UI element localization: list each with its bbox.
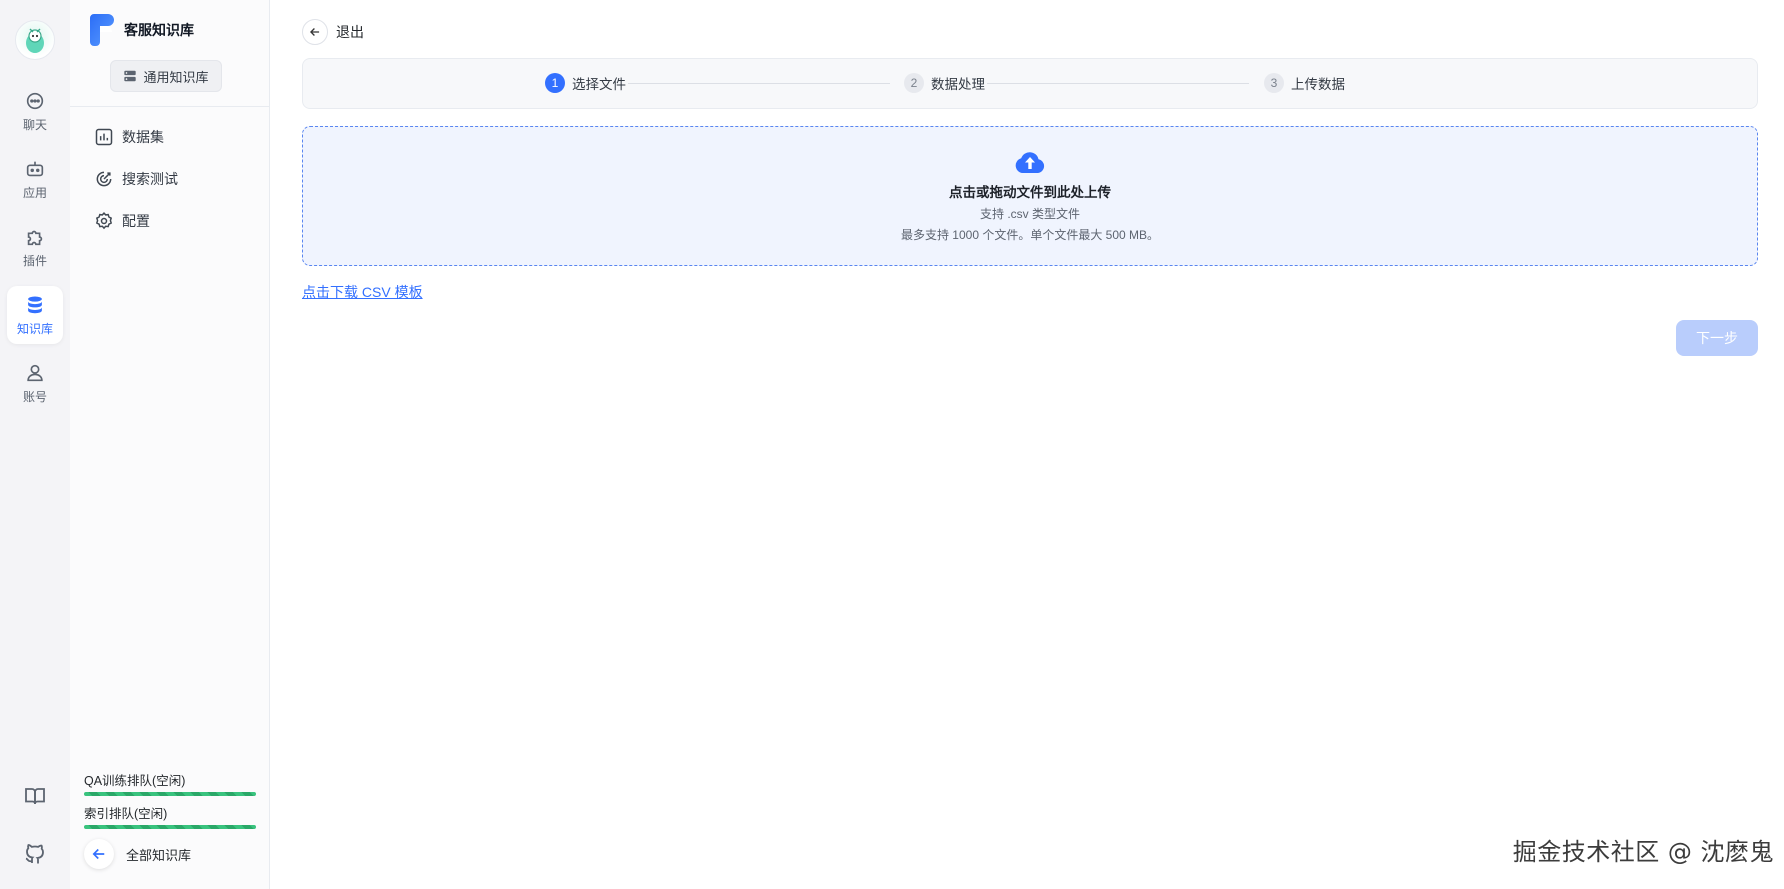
watermark: 掘金技术社区 @ 沈麽鬼 — [1512, 838, 1774, 866]
qa-queue-bar — [84, 792, 256, 796]
arrow-left-icon — [302, 19, 328, 45]
back-arrow-icon — [84, 839, 114, 869]
download-template-link[interactable]: 点击下载 CSV 模板 — [302, 282, 423, 302]
kb-header: 客服知识库 通用知识库 — [70, 0, 269, 92]
rail-item-account[interactable]: 账号 — [7, 354, 63, 412]
kb-type-label: 通用知识库 — [143, 69, 209, 85]
step-1-number: 1 — [545, 73, 565, 93]
main-content: 退出 1 选择文件 2 数据处理 3 上传数据 点击或拖动文件到此处上传 支持 … — [270, 0, 1784, 889]
rail-item-chat[interactable]: 聊天 — [7, 82, 63, 140]
step-3-number: 3 — [1264, 73, 1284, 93]
rail-item-knowledge[interactable]: 知识库 — [7, 286, 63, 344]
avatar[interactable] — [15, 20, 55, 60]
step-2-number: 2 — [904, 73, 924, 93]
app-root: 聊天 应用 插件 知识库 账号 客服知识库 通用知识库 数据集 搜索测试 配置 … — [0, 0, 1784, 889]
upload-limit-text: 最多支持 1000 个文件。单个文件最大 500 MB。 — [900, 228, 1160, 242]
step-connector — [628, 83, 890, 84]
rail-label-knowledge: 知识库 — [16, 321, 53, 336]
index-queue-label: 索引排队(空闲) — [84, 807, 168, 821]
cloud-upload-icon — [1015, 152, 1045, 173]
index-queue-status: 索引排队(空闲) — [84, 803, 256, 829]
target-icon — [96, 171, 112, 187]
index-queue-bar — [84, 825, 256, 829]
kb-title-row: 客服知识库 — [88, 14, 251, 46]
qa-queue-label: QA训练排队(空闲) — [84, 774, 186, 788]
chat-icon — [26, 92, 44, 109]
rail-item-plugins[interactable]: 插件 — [7, 218, 63, 276]
github-button[interactable] — [20, 839, 50, 869]
rail-label-chat: 聊天 — [22, 117, 47, 132]
kb-menu-config-label: 配置 — [122, 213, 150, 229]
database-icon — [28, 295, 42, 313]
robot-icon — [26, 161, 44, 176]
rail-item-apps[interactable]: 应用 — [7, 150, 63, 208]
step-2: 2 数据处理 — [904, 73, 985, 93]
stepper: 1 选择文件 2 数据处理 3 上传数据 — [302, 58, 1758, 109]
step-3-label: 上传数据 — [1291, 77, 1345, 92]
kb-sidebar: 客服知识库 通用知识库 数据集 搜索测试 配置 QA训练排队(空闲) 索引排队(… — [70, 0, 270, 889]
github-icon — [25, 844, 44, 864]
kb-menu-config[interactable]: 配置 — [94, 205, 269, 237]
step-1-label: 选择文件 — [572, 77, 626, 92]
rail-label-plugins: 插件 — [22, 253, 47, 268]
upload-support-text: 支持 .csv 类型文件 — [979, 207, 1080, 221]
exit-button[interactable]: 退出 — [302, 19, 364, 45]
database-small-icon — [124, 70, 137, 82]
nav-rail: 聊天 应用 插件 知识库 账号 — [0, 0, 70, 889]
qa-queue-status: QA训练排队(空闲) — [84, 770, 256, 796]
kb-title: 客服知识库 — [124, 22, 194, 38]
user-icon — [27, 364, 43, 381]
kb-type-badge: 通用知识库 — [110, 60, 222, 92]
step-3: 3 上传数据 — [1264, 73, 1345, 93]
kb-menu-search-test[interactable]: 搜索测试 — [94, 163, 269, 195]
robot-avatar-icon — [26, 28, 44, 53]
docs-button[interactable] — [20, 781, 50, 811]
kb-menu-search-test-label: 搜索测试 — [122, 171, 178, 187]
step-connector — [987, 83, 1249, 84]
kb-menu-dataset[interactable]: 数据集 — [94, 121, 269, 153]
gear-icon — [95, 211, 113, 230]
book-icon — [25, 788, 45, 805]
rail-label-apps: 应用 — [22, 185, 47, 200]
chart-icon — [95, 128, 113, 146]
kb-menu: 数据集 搜索测试 配置 — [70, 107, 269, 237]
kb-menu-dataset-label: 数据集 — [122, 129, 164, 145]
file-drop-zone[interactable]: 点击或拖动文件到此处上传 支持 .csv 类型文件 最多支持 1000 个文件。… — [302, 126, 1758, 266]
kb-logo-icon — [90, 14, 114, 46]
upload-title: 点击或拖动文件到此处上传 — [949, 185, 1111, 200]
step-2-label: 数据处理 — [931, 77, 985, 92]
step-1: 1 选择文件 — [545, 73, 626, 93]
next-step-button[interactable]: 下一步 — [1676, 320, 1758, 356]
rail-bottom — [0, 781, 70, 869]
puzzle-icon — [27, 230, 43, 245]
rail-label-account: 账号 — [22, 389, 47, 404]
all-kb-button[interactable]: 全部知识库 — [84, 839, 191, 869]
all-kb-label: 全部知识库 — [126, 847, 192, 863]
exit-label: 退出 — [336, 24, 364, 40]
